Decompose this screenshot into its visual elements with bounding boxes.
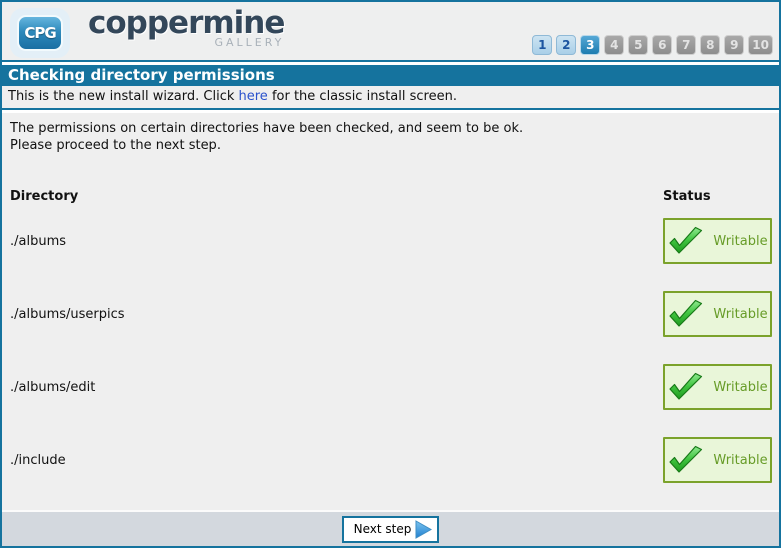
status-badge: Writable	[663, 437, 772, 483]
step-box-1[interactable]: 1	[532, 35, 552, 55]
info-text-before: This is the new install wizard. Click	[8, 89, 239, 104]
table-row: ./albums Writable	[10, 218, 772, 264]
step-box-4[interactable]: 4	[604, 35, 624, 55]
table-row: ./albums/userpics Writable	[10, 291, 772, 337]
intro-line-2: Please proceed to the next step.	[10, 137, 772, 154]
main-content: The permissions on certain directories h…	[2, 113, 779, 510]
intro-line-1: The permissions on certain directories h…	[10, 120, 772, 137]
page-title: Checking directory permissions	[2, 65, 779, 86]
step-box-5[interactable]: 5	[628, 35, 648, 55]
status-label: Writable	[713, 307, 767, 322]
install-wizard-page: CPG coppermine GALLERY 12345678910 Check…	[0, 0, 781, 548]
checkmark-icon	[667, 226, 704, 257]
table-row: ./albums/edit Writable	[10, 364, 772, 410]
column-header-status: Status	[663, 189, 772, 204]
checkmark-icon	[667, 299, 704, 330]
step-box-8[interactable]: 8	[700, 35, 720, 55]
step-box-2[interactable]: 2	[556, 35, 576, 55]
checkmark-icon	[667, 445, 704, 476]
step-box-9[interactable]: 9	[724, 35, 744, 55]
brand-logo: CPG coppermine GALLERY	[10, 8, 284, 58]
info-text-after: for the classic install screen.	[268, 89, 457, 104]
status-badge: Writable	[663, 364, 772, 410]
step-box-10[interactable]: 10	[748, 35, 773, 55]
brand-tagline: GALLERY	[214, 36, 284, 49]
permission-rows: ./albums Writable ./albums/userpics	[10, 218, 772, 483]
step-indicator: 12345678910	[532, 35, 773, 55]
table-row: ./include Writable	[10, 437, 772, 483]
checkmark-icon	[667, 372, 704, 403]
cpg-logo-text: CPG	[17, 15, 63, 51]
column-header-directory: Directory	[10, 189, 663, 204]
step-box-3[interactable]: 3	[580, 35, 600, 55]
next-step-label: Next step	[354, 522, 412, 536]
brand-name: coppermine	[88, 8, 284, 38]
directory-path: ./albums	[10, 234, 663, 249]
step-box-7[interactable]: 7	[676, 35, 696, 55]
directory-path: ./include	[10, 453, 663, 468]
cpg-logo-icon: CPG	[10, 8, 70, 58]
status-label: Writable	[713, 380, 767, 395]
directory-path: ./albums/userpics	[10, 307, 663, 322]
status-badge: Writable	[663, 291, 772, 337]
info-bar: This is the new install wizard. Click he…	[2, 86, 779, 109]
status-label: Writable	[713, 234, 767, 249]
table-header: Directory Status	[10, 189, 772, 204]
step-box-6[interactable]: 6	[652, 35, 672, 55]
header: CPG coppermine GALLERY 12345678910	[2, 2, 779, 62]
brand-wordmark: coppermine GALLERY	[88, 8, 284, 49]
classic-install-link[interactable]: here	[239, 89, 268, 104]
next-step-button[interactable]: Next step	[342, 516, 440, 543]
arrow-right-icon	[415, 520, 432, 539]
directory-path: ./albums/edit	[10, 380, 663, 395]
status-label: Writable	[713, 453, 767, 468]
status-badge: Writable	[663, 218, 772, 264]
footer: Next step	[2, 510, 779, 546]
